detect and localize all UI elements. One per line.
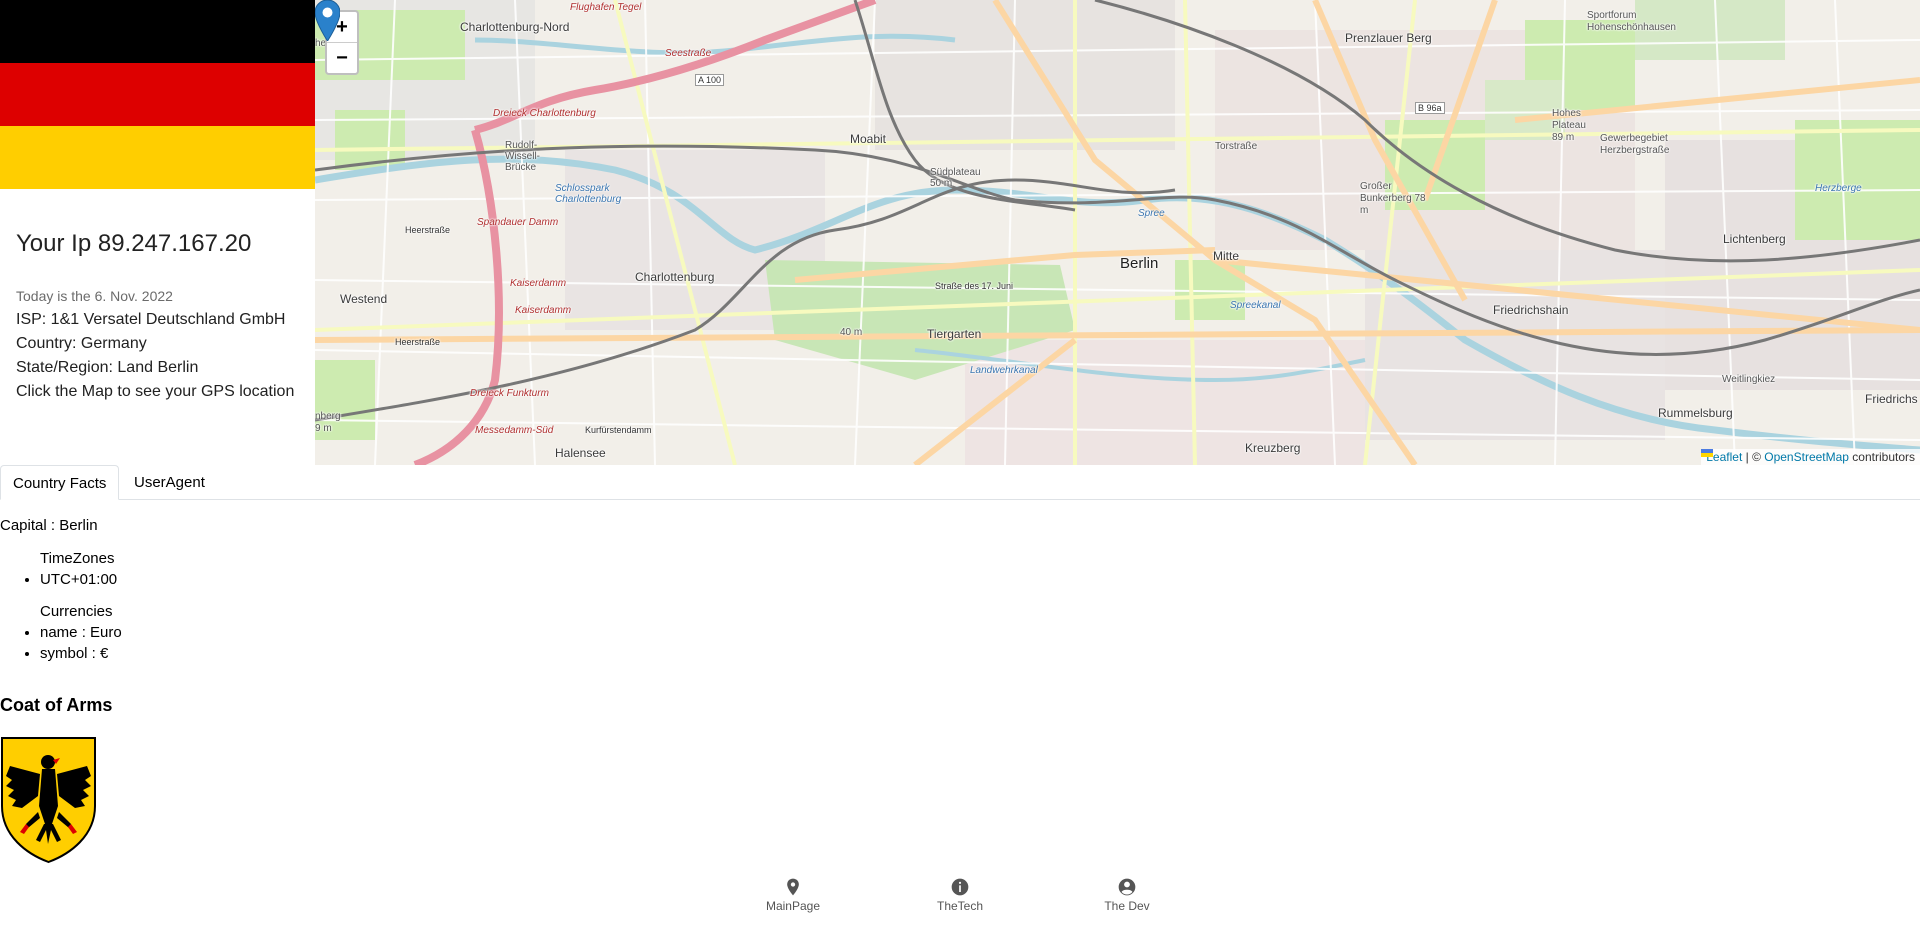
map-pin-icon <box>787 878 799 896</box>
map-label-landwehrkanal: Landwehrkanal <box>970 365 1038 376</box>
attribution-suffix: contributors <box>1848 450 1915 464</box>
currencies-header: Currencies <box>40 603 113 620</box>
map-label-kaiserdamm-2: Kaiserdamm <box>515 305 572 316</box>
map-label-a100: A 100 <box>695 74 725 86</box>
map-label-40m: 40 m <box>840 327 863 338</box>
map-label-dreieck-funkturm: Dreieck Funkturm <box>470 388 549 399</box>
attribution-separator: | © <box>1742 450 1765 464</box>
coat-of-arms-title: Coat of Arms <box>0 695 113 715</box>
capital-text: Capital : Berlin <box>0 517 98 534</box>
timezones-header: TimeZones <box>40 550 115 567</box>
flag-stripe-black <box>0 0 315 63</box>
map-label-heerstrasse-2: Heerstraße <box>395 337 441 347</box>
map-label-kaiserdamm: Kaiserdamm <box>510 278 567 289</box>
tab-country-facts[interactable]: Country Facts <box>0 465 120 500</box>
map-label-messedamm: Messedamm-Süd <box>475 425 554 436</box>
map-label-friedrichs: Friedrichs <box>1865 392 1918 406</box>
ip-details: Today is the 6. Nov. 2022 ISP: 1&1 Versa… <box>16 287 308 404</box>
map-label-lichtenberg: Lichtenberg <box>1723 232 1786 246</box>
user-circle-icon <box>1118 878 1136 896</box>
map-label-flughafen: Flughafen Tegel <box>570 2 642 13</box>
currency-symbol-item: symbol : € <box>40 643 122 664</box>
ukraine-flag-icon <box>1701 449 1714 457</box>
map-label-rudolf: Rudolf-Wissell-Brücke <box>505 140 540 173</box>
country-facts-panel: Capital : Berlin TimeZones UTC+01:00 Cur… <box>0 515 122 675</box>
map-attribution: Leaflet | © OpenStreetMap contributors <box>1701 449 1920 465</box>
info-icon <box>951 878 969 896</box>
map-tiles <box>315 0 1920 465</box>
osm-link[interactable]: OpenStreetMap <box>1764 450 1849 464</box>
map-label-sportforum: Sportforum Hohenschönhausen <box>1587 10 1676 33</box>
map-label-spree: Spree <box>1138 208 1165 219</box>
map-label-strasse-17-juni: Straße des 17. Juni <box>935 281 1014 291</box>
map-label-suedplateau: Südplateau 50 m <box>930 167 981 189</box>
map-label-tiergarten: Tiergarten <box>927 327 982 341</box>
date-text: Today is the 6. Nov. 2022 <box>16 288 173 304</box>
tab-bar: Country Facts UserAgent <box>0 465 1920 500</box>
nav-thedev-label: The Dev <box>1104 899 1150 913</box>
country-flag <box>0 0 315 189</box>
currencies-list: Currencies name : Euro symbol : € <box>0 601 122 664</box>
map-label-heerstrasse: Heerstraße <box>405 225 451 235</box>
region-text: State/Region: Land Berlin <box>16 359 199 376</box>
timezones-list: TimeZones UTC+01:00 <box>0 548 122 590</box>
ip-title: Your Ip 89.247.167.20 <box>16 230 252 257</box>
coat-of-arms-image <box>0 737 96 864</box>
map-label-charlottenburg: Charlottenburg <box>635 270 715 284</box>
map-label-berlin: Berlin <box>1120 255 1159 272</box>
nav-mainpage[interactable]: MainPage <box>748 877 838 913</box>
map-label-spandauer-damm: Spandauer Damm <box>477 217 559 228</box>
map-label-seestrasse: Seestraße <box>665 48 712 59</box>
map-label-weitlingkiez: Weitlingkiez <box>1722 374 1776 385</box>
location-marker-icon[interactable] <box>315 0 340 41</box>
map-label-schlosspark: Schlosspark Charlottenburg <box>555 183 622 205</box>
map-label-9m: 9 m <box>315 423 332 434</box>
country-text: Country: Germany <box>16 335 147 352</box>
bottom-navigation: MainPage TheTech The Dev <box>0 877 1920 917</box>
nav-thetech[interactable]: TheTech <box>915 877 1005 913</box>
nav-mainpage-label: MainPage <box>765 899 821 913</box>
isp-text: ISP: 1&1 Versatel Deutschland GmbH <box>16 311 286 328</box>
map-label-b96a: B 96a <box>1415 102 1445 114</box>
map-label-gewerbegebiet: Gewerbegebiet Herzbergstraße <box>1600 133 1670 156</box>
map-label-moabit: Moabit <box>850 132 887 146</box>
currency-name-item: name : Euro <box>40 622 122 643</box>
map-label-nberg: nberg <box>315 411 341 422</box>
map-label-charlottenburg-nord: Charlottenburg-Nord <box>460 20 570 34</box>
map-label-halensee: Halensee <box>555 446 606 460</box>
map-label-kreuzberg: Kreuzberg <box>1245 441 1301 455</box>
timezone-item: UTC+01:00 <box>40 569 122 590</box>
top-section: Your Ip 89.247.167.20 Today is the 6. No… <box>0 0 1920 465</box>
map-label-dreieck-charlottenburg: Dreieck Charlottenburg <box>493 108 596 119</box>
flag-stripe-red <box>0 63 315 126</box>
map-label-torstrasse: Torstraße <box>1215 141 1258 152</box>
map-label-herzberge: Herzberge <box>1815 183 1862 194</box>
zoom-out-button[interactable]: − <box>327 42 357 73</box>
map-label-hohes-plateau: Hohes Plateau 89 m <box>1552 108 1586 143</box>
map-label-grosser-bunkerberg: Großer Bunkerberg 78 m <box>1360 181 1426 216</box>
map[interactable]: Charlottenburg-Nord henstadt Flughafen T… <box>315 0 1920 465</box>
gps-hint-text: Click the Map to see your GPS location <box>16 383 295 400</box>
map-label-westend: Westend <box>340 292 388 306</box>
map-label-mitte: Mitte <box>1213 249 1240 263</box>
flag-stripe-gold <box>0 126 315 189</box>
tab-useragent[interactable]: UserAgent <box>122 465 217 499</box>
nav-thedev[interactable]: The Dev <box>1082 877 1172 913</box>
nav-thetech-label: TheTech <box>936 899 984 913</box>
map-label-prenzlauer-berg: Prenzlauer Berg <box>1345 31 1432 45</box>
map-label-kurfuerstendamm: Kurfürstendamm <box>585 425 652 435</box>
ip-info-panel: Your Ip 89.247.167.20 Today is the 6. No… <box>0 0 315 465</box>
map-label-friedrichshain: Friedrichshain <box>1493 303 1569 317</box>
map-label-rummelsburg: Rummelsburg <box>1658 406 1733 420</box>
map-label-spreekanal: Spreekanal <box>1230 300 1281 311</box>
